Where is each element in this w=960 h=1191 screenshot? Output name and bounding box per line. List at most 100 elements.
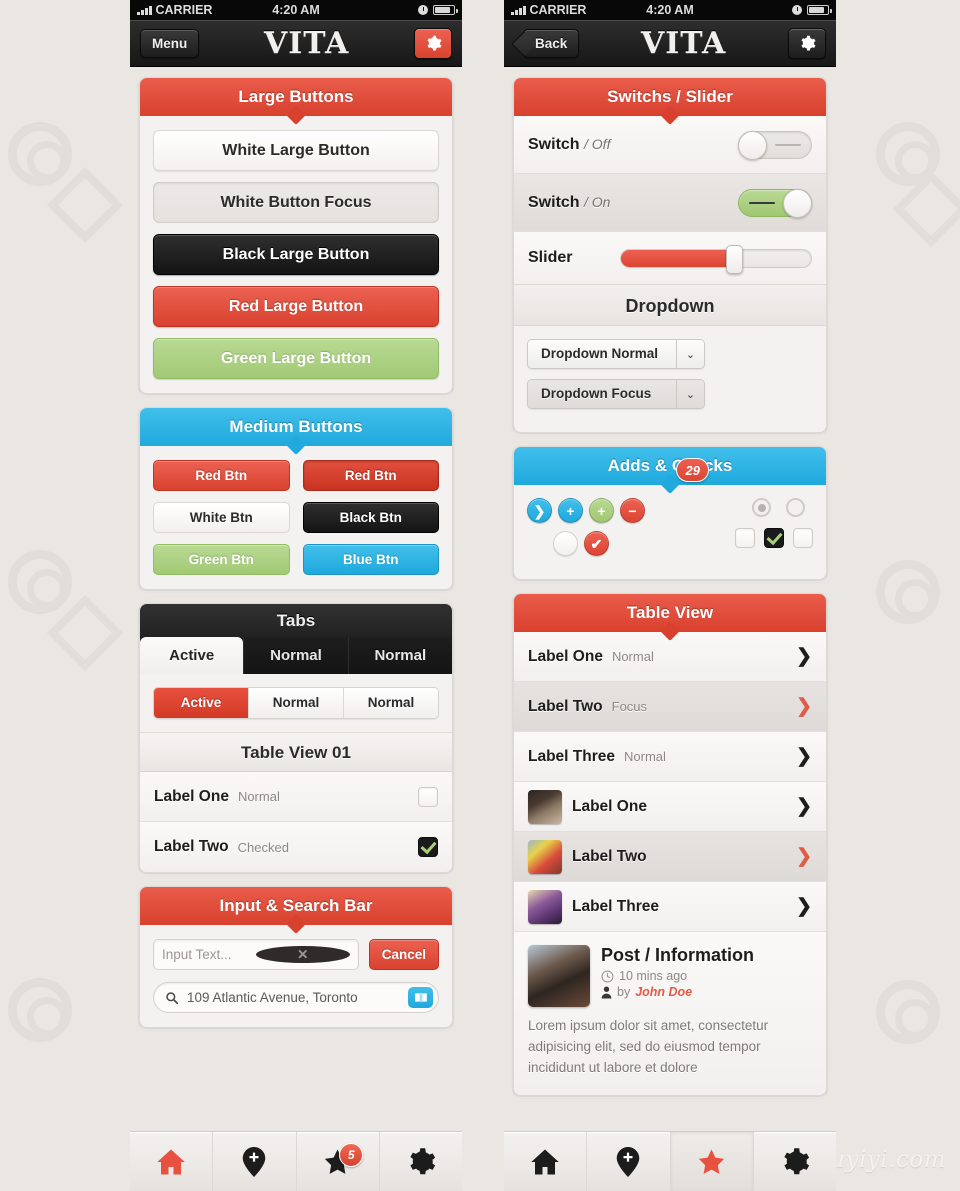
slider-fill — [621, 249, 734, 267]
tab-normal-1[interactable]: Normal — [243, 637, 347, 674]
panel-header: Input & Search Bar — [140, 887, 452, 934]
empty-circle-icon[interactable] — [553, 531, 578, 556]
segment-normal-2[interactable]: Normal — [343, 688, 438, 718]
toggle-switch-on[interactable] — [738, 188, 812, 218]
gear-icon — [410, 1147, 435, 1174]
tab-bar-item-favorites[interactable] — [669, 1132, 753, 1191]
table-row[interactable]: Label Two ❯ — [514, 832, 826, 882]
table-row[interactable]: Label One ❯ — [514, 782, 826, 832]
count-badge[interactable]: 29 — [676, 458, 710, 482]
row-label: Label Three — [528, 747, 615, 765]
black-medium-button[interactable]: Black Btn — [302, 502, 439, 533]
check-icon[interactable]: ✔ — [584, 531, 609, 556]
table-row[interactable]: Label Two Checked — [140, 822, 452, 872]
dropdown-focus[interactable]: Dropdown Focus ⌄ — [527, 379, 705, 409]
slider-knob[interactable] — [725, 244, 743, 274]
clear-icon[interactable]: ✕ — [255, 946, 350, 963]
panel-title: Adds & Checks — [607, 456, 733, 475]
status-time: 4:20 AM — [646, 3, 694, 17]
panel-medium-buttons: Medium Buttons Red Btn Red Btn White Btn… — [139, 407, 453, 590]
minus-icon-red[interactable]: − — [620, 498, 645, 523]
white-large-button[interactable]: White Large Button — [153, 130, 439, 171]
bookmark-icon[interactable] — [408, 987, 433, 1008]
post-time: 10 mins ago — [601, 969, 754, 983]
checkbox-empty-icon[interactable] — [793, 528, 813, 548]
post-information: Post / Information 10 mins ago by John D… — [514, 932, 826, 1095]
green-large-button[interactable]: Green Large Button — [153, 338, 439, 379]
gear-icon — [784, 1147, 809, 1174]
chevron-right-icon: ❯ — [796, 796, 812, 817]
row-sublabel: Normal — [624, 749, 666, 764]
black-large-button[interactable]: Black Large Button — [153, 234, 439, 275]
tab-bar-item-location[interactable] — [212, 1132, 295, 1191]
white-focus-large-button[interactable]: White Button Focus — [153, 182, 439, 223]
plus-icon-green[interactable]: + — [589, 498, 614, 523]
screen-left: Large Buttons White Large Button White B… — [130, 67, 462, 1131]
dropdown-value: Dropdown Normal — [528, 340, 676, 368]
blue-medium-button[interactable]: Blue Btn — [302, 544, 439, 575]
phone-left: CARRIER 4:20 AM Menu VITA Large Buttons … — [130, 0, 462, 1191]
post-author-name[interactable]: John Doe — [635, 985, 692, 999]
panel-body: ❯ + + − 29 ✔ — [514, 458, 826, 579]
row-accessory: ❯ — [796, 897, 812, 916]
checkbox-empty-icon[interactable] — [418, 786, 438, 807]
tab-bar-item-settings[interactable] — [752, 1132, 836, 1191]
checkbox-checked-icon[interactable] — [764, 528, 784, 548]
slider-track[interactable] — [620, 244, 812, 274]
table-row[interactable]: Label One Normal — [140, 772, 452, 822]
red-large-button[interactable]: Red Large Button — [153, 286, 439, 327]
search-input-field[interactable]: 109 Atlantic Avenue, Toronto — [153, 982, 439, 1013]
panel-body: Input Text... ✕ Cancel 109 Atlantic Aven… — [140, 925, 452, 1027]
table-row[interactable]: Label Three ❯ — [514, 882, 826, 932]
panel-large-buttons: Large Buttons White Large Button White B… — [139, 77, 453, 394]
checkbox-empty-icon[interactable] — [735, 528, 755, 548]
tab-bar-item-home[interactable] — [130, 1132, 212, 1191]
row-label: Label Two — [572, 847, 647, 865]
green-medium-button[interactable]: Green Btn — [153, 544, 290, 575]
toggle-switch-off[interactable] — [738, 130, 812, 160]
text-input-field[interactable]: Input Text... ✕ — [153, 939, 359, 970]
panel-title: Large Buttons — [238, 87, 354, 106]
dropdown-normal[interactable]: Dropdown Normal ⌄ — [527, 339, 705, 369]
tab-bar-item-favorites[interactable]: 5 — [295, 1132, 379, 1191]
table-row[interactable]: Label Two Focus ❯ — [514, 682, 826, 732]
tab-bar — [504, 1131, 836, 1191]
switch-row-off: Switch / Off — [514, 116, 826, 174]
row-accessory: ❯ — [796, 847, 812, 866]
user-icon — [601, 986, 612, 998]
switch-label-text: Switch — [528, 193, 580, 211]
checkbox-row — [735, 528, 813, 548]
tab-bar-item-location[interactable] — [586, 1132, 669, 1191]
chevron-right-icon[interactable]: ❯ — [527, 498, 552, 523]
checkbox-checked-icon[interactable] — [418, 837, 438, 857]
switch-row-on: Switch / On — [514, 174, 826, 232]
watermark-spiral — [876, 980, 940, 1044]
white-medium-button[interactable]: White Btn — [153, 502, 290, 533]
segment-normal-1[interactable]: Normal — [248, 688, 343, 718]
plus-icon-blue[interactable]: + — [558, 498, 583, 523]
segment-active[interactable]: Active — [154, 688, 248, 718]
tab-bar-item-settings[interactable] — [378, 1132, 462, 1191]
red-focus-medium-button[interactable]: Red Btn — [302, 460, 439, 491]
status-indicators — [792, 5, 832, 15]
thumbnail-image — [528, 839, 562, 874]
panel-body: Red Btn Red Btn White Btn Black Btn Gree… — [140, 446, 452, 589]
switch-state-label: / Off — [584, 135, 611, 152]
dropdown-section-title: Dropdown — [514, 284, 826, 326]
tab-bar-item-home[interactable] — [504, 1132, 586, 1191]
cancel-button[interactable]: Cancel — [368, 939, 439, 970]
watermark-spiral — [8, 122, 72, 186]
settings-button[interactable] — [414, 27, 452, 59]
back-button[interactable]: Back — [523, 28, 580, 58]
switch-knob — [783, 188, 812, 218]
red-medium-button[interactable]: Red Btn — [153, 460, 290, 491]
radio-empty-icon[interactable] — [786, 498, 805, 517]
tab-active[interactable]: Active — [140, 637, 244, 674]
tab-normal-2[interactable]: Normal — [347, 637, 452, 674]
table-row[interactable]: Label Three Normal ❯ — [514, 732, 826, 782]
radio-selected-icon[interactable] — [752, 498, 771, 517]
settings-button[interactable] — [788, 27, 826, 59]
menu-button[interactable]: Menu — [140, 28, 200, 58]
chevron-right-icon: ❯ — [796, 696, 812, 717]
panel-body: White Large Button White Button Focus Bl… — [140, 116, 452, 393]
